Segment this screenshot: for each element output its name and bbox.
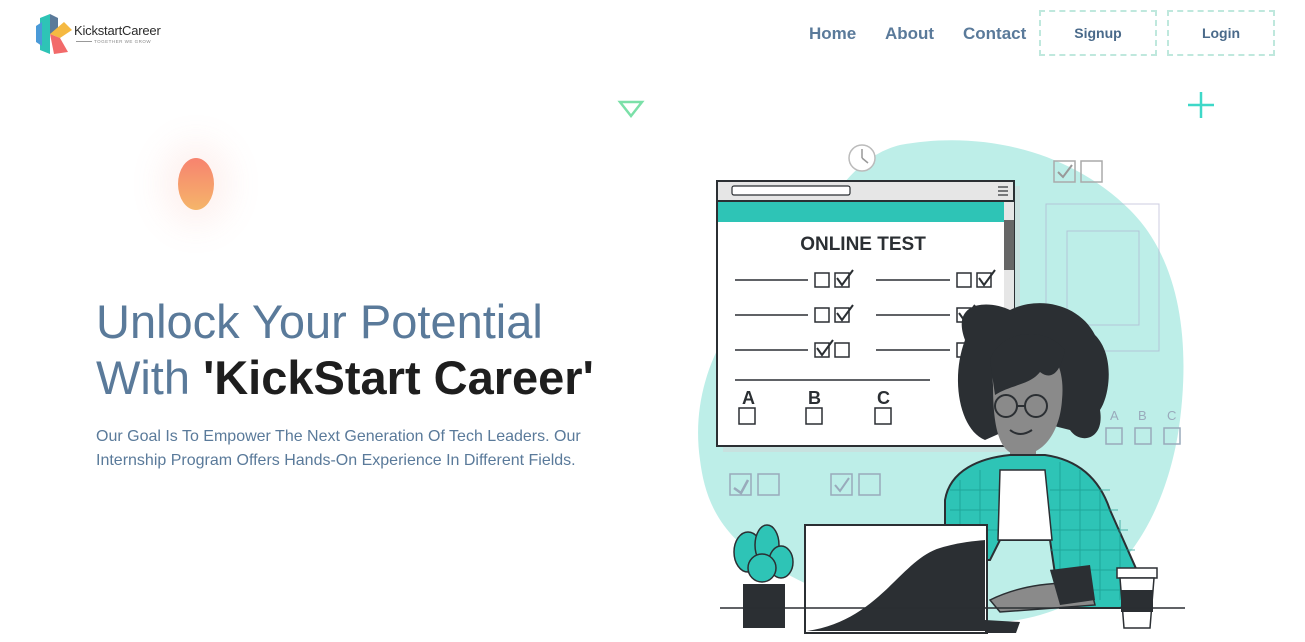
hero-title-prefix: With [96, 351, 204, 404]
hero-title-brand: 'KickStart Career' [203, 351, 594, 404]
side-option-c: C [1167, 408, 1176, 423]
side-option-a: A [1110, 408, 1119, 423]
brand-logo[interactable]: KickstartCareer TOGETHER WE GROW [34, 10, 184, 60]
hero-title-line2: With 'KickStart Career' [96, 352, 594, 404]
decorative-blob [178, 158, 214, 210]
side-option-b: B [1138, 408, 1147, 423]
logo-divider [76, 41, 92, 42]
nav-contact[interactable]: Contact [963, 24, 1026, 44]
logo-icon [36, 14, 72, 54]
option-b: B [808, 388, 821, 408]
login-button[interactable]: Login [1167, 10, 1275, 56]
option-a: A [742, 388, 755, 408]
window-title: ONLINE TEST [800, 234, 926, 255]
signup-button[interactable]: Signup [1039, 10, 1157, 56]
clock-icon [848, 144, 876, 172]
coffee-cup-icon [1116, 567, 1158, 629]
logo-name: KickstartCareer [74, 23, 161, 38]
hero-description: Our Goal Is To Empower The Next Generati… [96, 428, 581, 469]
nav-home[interactable]: Home [809, 24, 856, 44]
hero-title-line1: Unlock Your Potential [96, 295, 543, 348]
logo-tagline: TOGETHER WE GROW [94, 39, 152, 44]
laptop-icon [804, 524, 1020, 634]
nav-about[interactable]: About [885, 24, 934, 44]
triangle-shape [617, 100, 645, 119]
online-test-illustration: A B C ONLINE TEST A B C [617, 92, 1214, 634]
option-c: C [877, 388, 890, 408]
